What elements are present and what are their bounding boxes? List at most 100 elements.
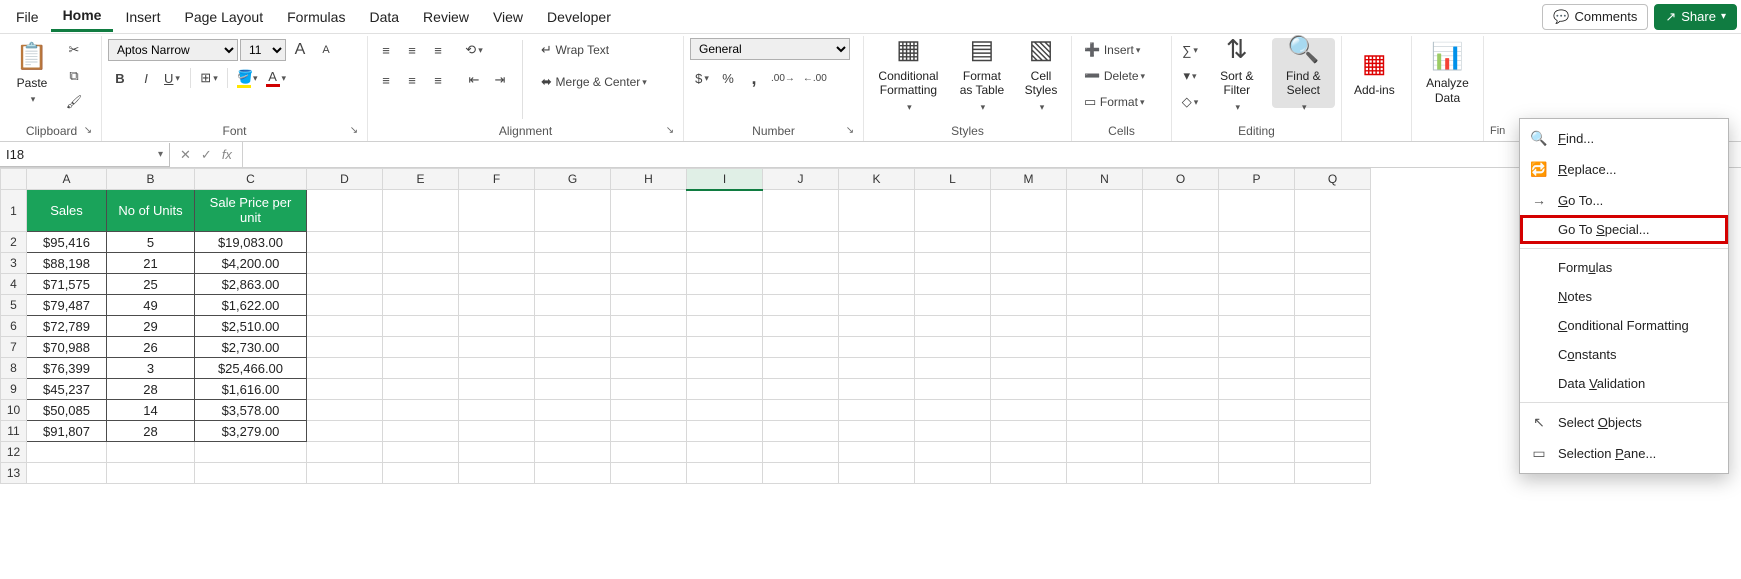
cell[interactable] [459,358,535,379]
cell[interactable] [1143,274,1219,295]
cell[interactable] [1067,274,1143,295]
cell[interactable] [687,274,763,295]
cell[interactable] [1219,274,1295,295]
cell[interactable] [611,379,687,400]
cell[interactable] [383,337,459,358]
cell[interactable] [839,358,915,379]
cell[interactable] [535,316,611,337]
col-header-D[interactable]: D [307,169,383,190]
col-header-F[interactable]: F [459,169,535,190]
cell[interactable] [1295,379,1371,400]
cell[interactable] [383,400,459,421]
format-as-table-button[interactable]: ▤ Format as Table▾ [953,38,1011,108]
font-color-button[interactable]: A▾ [263,66,290,90]
cell[interactable] [383,232,459,253]
cell[interactable] [991,232,1067,253]
font-launcher[interactable]: ↘ [347,125,361,139]
cell[interactable] [687,190,763,232]
number-format-select[interactable]: General [690,38,850,60]
cell[interactable] [763,274,839,295]
sort-filter-button[interactable]: ⇅ Sort & Filter▾ [1208,38,1266,108]
cell[interactable] [27,442,107,463]
align-right-button[interactable]: ≡ [426,68,450,92]
alignment-launcher[interactable]: ↘ [663,125,677,139]
col-header-I[interactable]: I [687,169,763,190]
row-header[interactable]: 10 [1,400,27,421]
cell[interactable] [915,274,991,295]
cell[interactable]: 25 [107,274,195,295]
cell[interactable] [611,295,687,316]
cell[interactable]: $45,237 [27,379,107,400]
col-header-E[interactable]: E [383,169,459,190]
addins-button[interactable]: ▦ Add-ins [1348,38,1401,108]
cell[interactable] [991,253,1067,274]
cell[interactable] [839,442,915,463]
cell[interactable] [1143,442,1219,463]
cell[interactable] [535,274,611,295]
cell[interactable] [383,463,459,484]
increase-indent-button[interactable]: ⇥ [488,68,512,92]
cell[interactable]: $95,416 [27,232,107,253]
row-header[interactable]: 2 [1,232,27,253]
cell[interactable] [915,232,991,253]
col-header-C[interactable]: C [195,169,307,190]
cell[interactable] [915,421,991,442]
cell[interactable] [763,379,839,400]
cell[interactable] [915,190,991,232]
cell[interactable] [991,421,1067,442]
tab-review[interactable]: Review [411,3,481,31]
format-painter-button[interactable]: 🖌 [62,90,86,114]
tab-file[interactable]: File [4,3,51,31]
fill-button[interactable]: ▾▾ [1178,64,1202,88]
cell[interactable] [383,316,459,337]
decrease-font-button[interactable]: A [314,38,338,62]
cell[interactable] [611,442,687,463]
percent-button[interactable]: % [716,66,740,90]
cell[interactable] [915,316,991,337]
cell[interactable] [687,421,763,442]
row-header[interactable]: 13 [1,463,27,484]
analyze-data-button[interactable]: 📊 Analyze Data [1418,38,1477,108]
row-header[interactable]: 9 [1,379,27,400]
select-all-corner[interactable] [1,169,27,190]
tab-home[interactable]: Home [51,1,114,32]
col-header-M[interactable]: M [991,169,1067,190]
cell[interactable] [535,295,611,316]
cell[interactable] [1067,463,1143,484]
menu-selection-pane[interactable]: ▭ Selection Pane... [1520,438,1728,469]
cell[interactable] [1143,253,1219,274]
cell[interactable] [307,295,383,316]
decrease-decimal-button[interactable]: ←.00 [800,66,830,90]
cell[interactable] [839,253,915,274]
align-center-button[interactable]: ≡ [400,68,424,92]
cell[interactable] [763,358,839,379]
row-header[interactable]: 6 [1,316,27,337]
cell[interactable] [307,337,383,358]
cell[interactable]: No of Units [107,190,195,232]
cell[interactable] [1067,442,1143,463]
cell[interactable] [195,442,307,463]
cell[interactable] [535,190,611,232]
cell[interactable] [307,421,383,442]
cell[interactable] [991,190,1067,232]
cell[interactable] [1295,337,1371,358]
cell[interactable] [383,358,459,379]
cell[interactable] [459,442,535,463]
col-header-A[interactable]: A [27,169,107,190]
cell[interactable] [535,463,611,484]
menu-replace[interactable]: 🔁 Replace... [1520,154,1728,185]
col-header-L[interactable]: L [915,169,991,190]
cell[interactable] [839,232,915,253]
row-header[interactable]: 4 [1,274,27,295]
enter-formula-button[interactable]: ✓ [197,147,216,163]
cell[interactable] [1219,421,1295,442]
cell[interactable] [1067,400,1143,421]
cell[interactable] [991,442,1067,463]
cell[interactable] [459,295,535,316]
cell[interactable] [459,379,535,400]
cell[interactable] [1067,379,1143,400]
cell[interactable]: $91,807 [27,421,107,442]
font-name-select[interactable]: Aptos Narrow [108,39,238,61]
cell[interactable] [535,232,611,253]
cell[interactable]: $79,487 [27,295,107,316]
